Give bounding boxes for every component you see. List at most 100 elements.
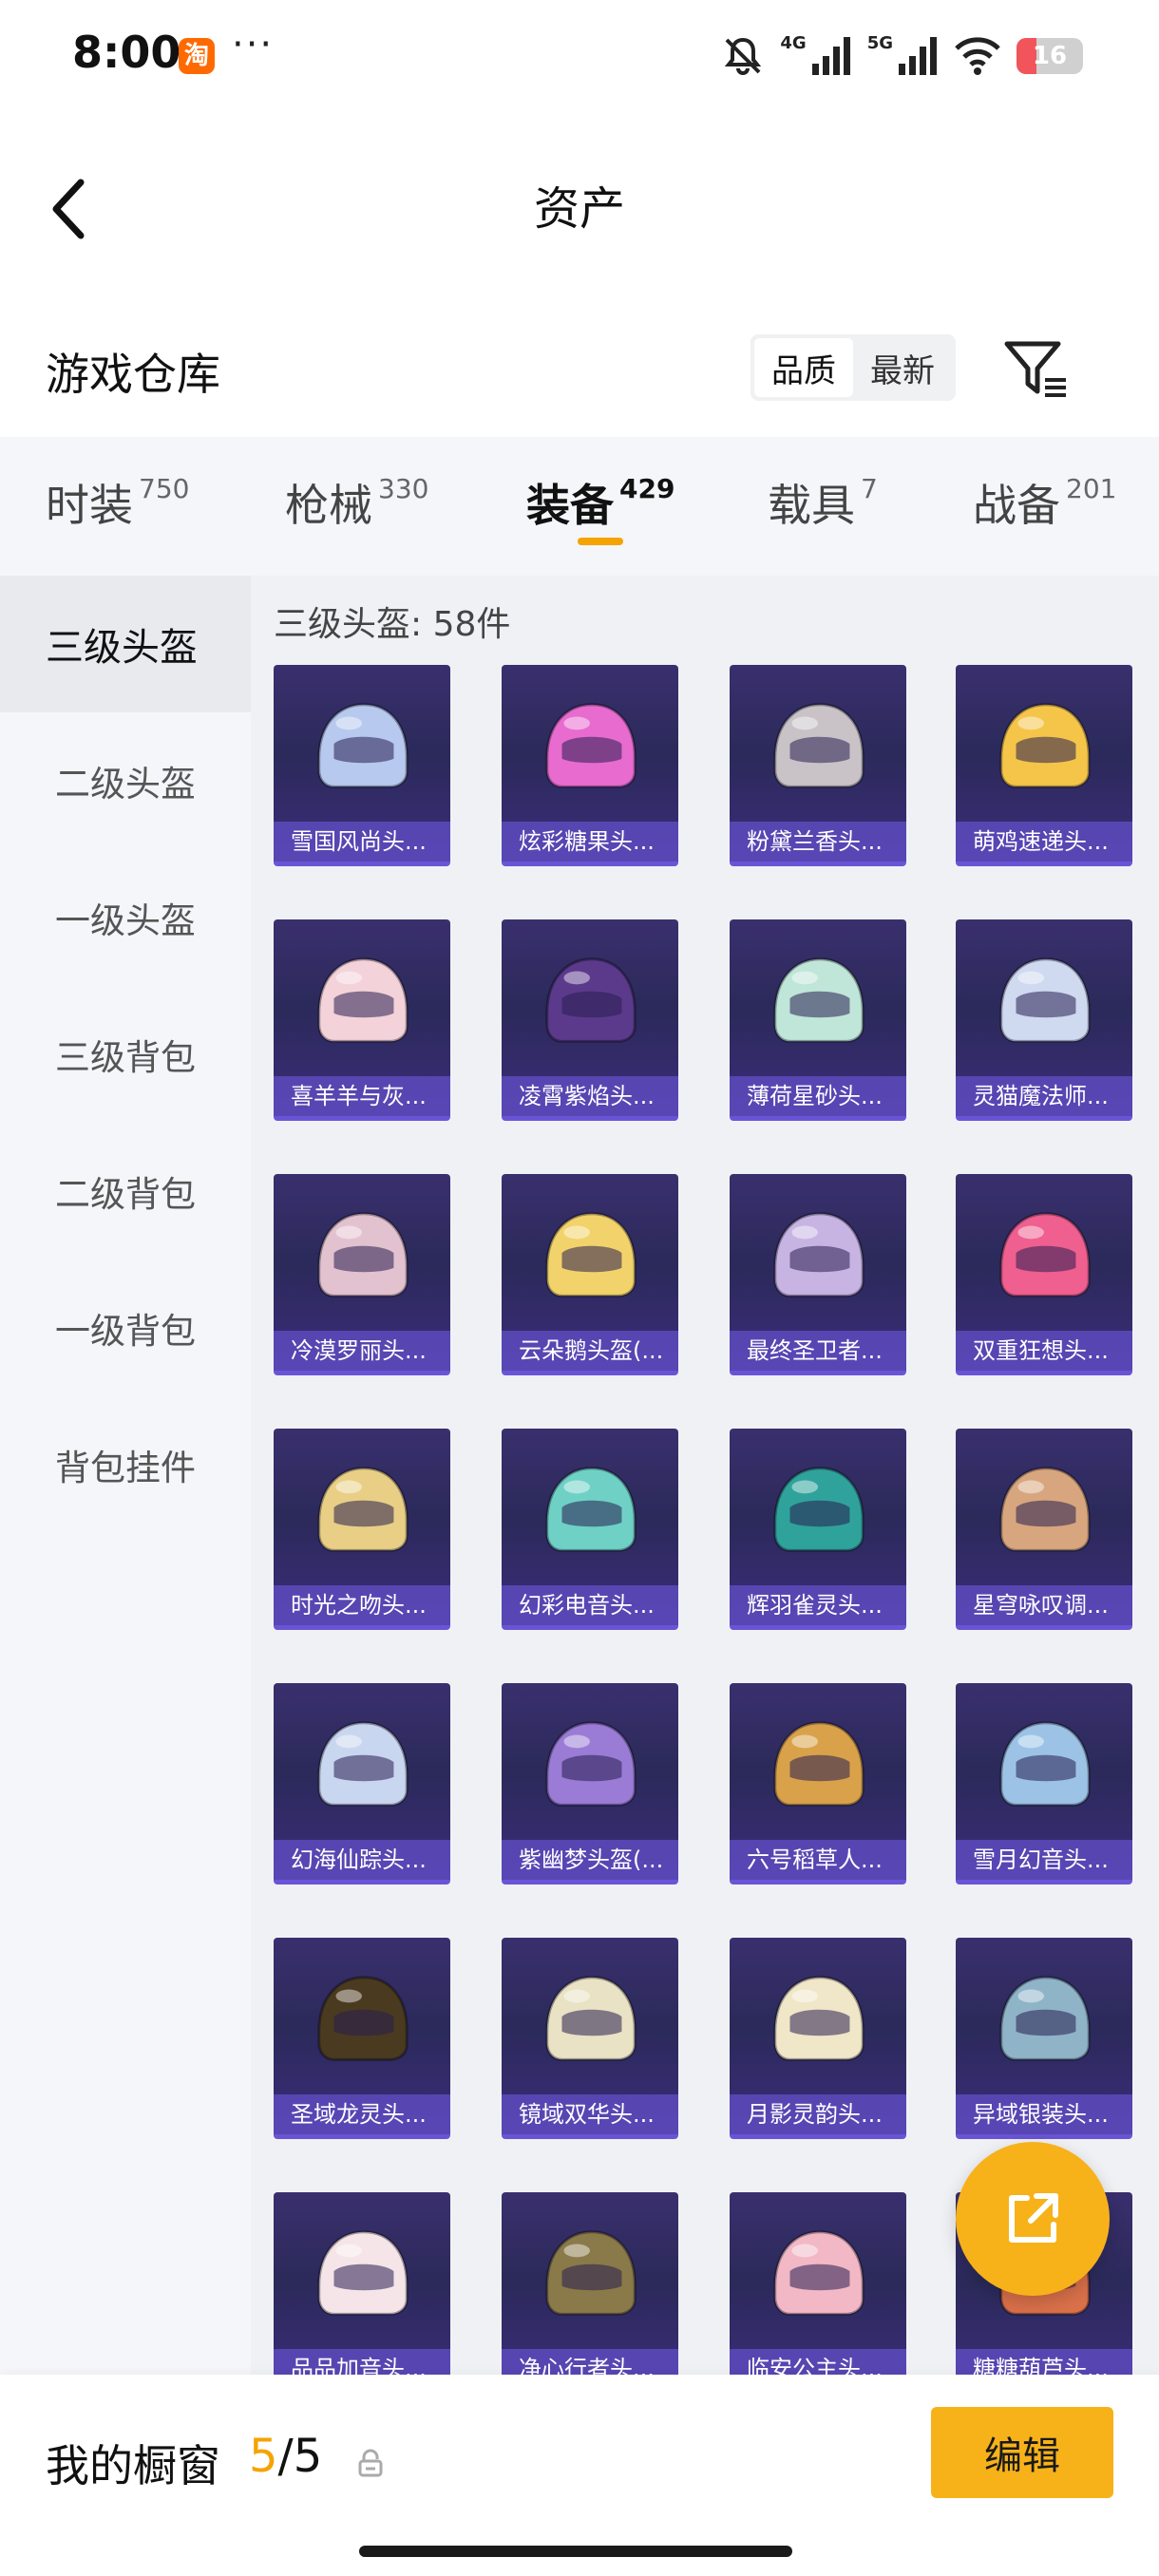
item-name: 炫彩糖果头...: [502, 822, 678, 862]
tab-vehicles[interactable]: 载具 7: [768, 471, 878, 534]
item-card[interactable]: 冷漠罗丽头...: [274, 1174, 450, 1375]
item-name: 品品加音头...: [274, 2349, 450, 2375]
item-name: 异域银装头...: [956, 2094, 1132, 2134]
sort-quality-button[interactable]: 品质: [754, 338, 853, 397]
tab-label: 枪械: [285, 480, 372, 531]
item-card[interactable]: 最终圣卫者...: [730, 1174, 906, 1375]
helmet-icon: [545, 703, 636, 788]
item-card[interactable]: 辉羽雀灵头...: [730, 1429, 906, 1630]
home-indicator[interactable]: [359, 2546, 792, 2557]
item-card[interactable]: 雪国风尚头...: [274, 665, 450, 866]
item-name: 冷漠罗丽头...: [274, 1331, 450, 1371]
item-name: 圣域龙灵头...: [274, 2094, 450, 2134]
sort-toggle: 品质 最新: [750, 334, 956, 401]
signal-4g-icon: [811, 37, 850, 75]
item-card[interactable]: 幻海仙踪头...: [274, 1683, 450, 1885]
item-name: 镜域双华头...: [502, 2094, 678, 2134]
status-bar: 8:00 淘 ··· 4G 5G 16: [0, 0, 1159, 112]
item-card[interactable]: 雪月幻音头...: [956, 1683, 1132, 1885]
showcase-current: 5: [249, 2430, 278, 2483]
helmet-icon: [999, 1721, 1091, 1807]
category-tabs: 时装 750 枪械 330 装备 429 载具 7 战备 201: [0, 437, 1159, 576]
more-notifications-icon: ···: [232, 23, 275, 66]
helmet-icon: [773, 1467, 864, 1552]
nav-bar: 资产: [0, 133, 1159, 275]
helmet-icon: [317, 1212, 408, 1297]
item-card[interactable]: 星穹咏叹调...: [956, 1429, 1132, 1630]
item-card[interactable]: 粉黛兰香头...: [730, 665, 906, 866]
helmet-icon: [317, 1721, 408, 1807]
wifi-icon: [955, 37, 1000, 75]
sidebar-item-backpack-charm[interactable]: 背包挂件: [0, 1396, 251, 1533]
sidebar-item-level3-backpack[interactable]: 三级背包: [0, 986, 251, 1123]
item-content: 三级头盔: 58件 雪国风尚头... 炫彩糖果头... 粉黛兰香头... 萌鸡速递头.…: [251, 576, 1159, 2375]
item-card[interactable]: 圣域龙灵头...: [274, 1938, 450, 2139]
bottom-bar: 我的橱窗 5 / 5 编辑: [0, 2375, 1159, 2576]
tab-label: 战备: [973, 480, 1060, 531]
tab-count: 7: [861, 473, 878, 504]
item-card[interactable]: 品品加音头...: [274, 2192, 450, 2375]
sidebar-item-level3-helmet[interactable]: 三级头盔: [0, 576, 251, 712]
item-name: 薄荷星砂头...: [730, 1076, 906, 1116]
tab-count: 201: [1066, 473, 1117, 504]
tab-equipment[interactable]: 装备 429: [526, 471, 674, 534]
tab-fashion[interactable]: 时装 750: [46, 471, 189, 534]
share-fab-button[interactable]: [956, 2142, 1110, 2296]
active-tab-indicator: [578, 538, 623, 545]
item-name: 紫幽梦头盔(...: [502, 1840, 678, 1880]
status-time: 8:00: [72, 27, 181, 78]
item-name: 临安公主头...: [730, 2349, 906, 2375]
item-card[interactable]: 六号稻草人...: [730, 1683, 906, 1885]
tab-battle-gear[interactable]: 战备 201: [973, 471, 1116, 534]
helmet-icon: [999, 957, 1091, 1043]
tab-label: 装备: [526, 480, 614, 531]
item-card[interactable]: 灵猫魔法师...: [956, 919, 1132, 1121]
helmet-icon: [545, 2230, 636, 2316]
item-name: 辉羽雀灵头...: [730, 1585, 906, 1625]
item-card[interactable]: 凌霄紫焰头...: [502, 919, 678, 1121]
helmet-icon: [999, 1212, 1091, 1297]
helmet-icon: [317, 1976, 408, 2061]
net-4g-label: 4G: [780, 32, 807, 53]
helmet-icon: [317, 1467, 408, 1552]
item-name: 时光之吻头...: [274, 1585, 450, 1625]
item-card[interactable]: 幻彩电音头...: [502, 1429, 678, 1630]
helmet-icon: [999, 1467, 1091, 1552]
item-card[interactable]: 临安公主头...: [730, 2192, 906, 2375]
battery-level: 16: [1032, 42, 1068, 70]
item-card[interactable]: 月影灵韵头...: [730, 1938, 906, 2139]
sort-newest-button[interactable]: 最新: [853, 338, 952, 397]
showcase-label: 我的橱窗: [46, 2440, 220, 2491]
helmet-icon: [773, 1212, 864, 1297]
item-card[interactable]: 异域银装头...: [956, 1938, 1132, 2139]
helmet-icon: [545, 957, 636, 1043]
helmet-icon: [773, 1976, 864, 2061]
item-card[interactable]: 云朵鹅头盔(...: [502, 1174, 678, 1375]
item-card[interactable]: 双重狂想头...: [956, 1174, 1132, 1375]
sidebar-item-level1-backpack[interactable]: 一级背包: [0, 1260, 251, 1396]
helmet-icon: [999, 703, 1091, 788]
item-card[interactable]: 时光之吻头...: [274, 1429, 450, 1630]
tab-label: 载具: [768, 480, 855, 531]
edit-button[interactable]: 编辑: [931, 2407, 1113, 2498]
sidebar-item-level2-helmet[interactable]: 二级头盔: [0, 712, 251, 849]
item-card[interactable]: 萌鸡速递头...: [956, 665, 1132, 866]
helmet-icon: [317, 957, 408, 1043]
sidebar: 三级头盔 二级头盔 一级头盔 三级背包 二级背包 一级背包 背包挂件: [0, 576, 251, 2375]
item-card[interactable]: 炫彩糖果头...: [502, 665, 678, 866]
helmet-icon: [773, 2230, 864, 2316]
item-name: 萌鸡速递头...: [956, 822, 1132, 862]
sidebar-item-level2-backpack[interactable]: 二级背包: [0, 1123, 251, 1260]
item-card[interactable]: 紫幽梦头盔(...: [502, 1683, 678, 1885]
mute-icon: [725, 37, 762, 75]
item-card[interactable]: 喜羊羊与灰...: [274, 919, 450, 1121]
item-card[interactable]: 镜域双华头...: [502, 1938, 678, 2139]
item-name: 幻彩电音头...: [502, 1585, 678, 1625]
tab-weapons[interactable]: 枪械 330: [285, 471, 428, 534]
item-name: 喜羊羊与灰...: [274, 1076, 450, 1116]
showcase-total: 5: [293, 2430, 323, 2483]
filter-button[interactable]: [1001, 336, 1072, 403]
item-card[interactable]: 薄荷星砂头...: [730, 919, 906, 1121]
sidebar-item-level1-helmet[interactable]: 一级头盔: [0, 849, 251, 986]
item-card[interactable]: 净心行者头...: [502, 2192, 678, 2375]
